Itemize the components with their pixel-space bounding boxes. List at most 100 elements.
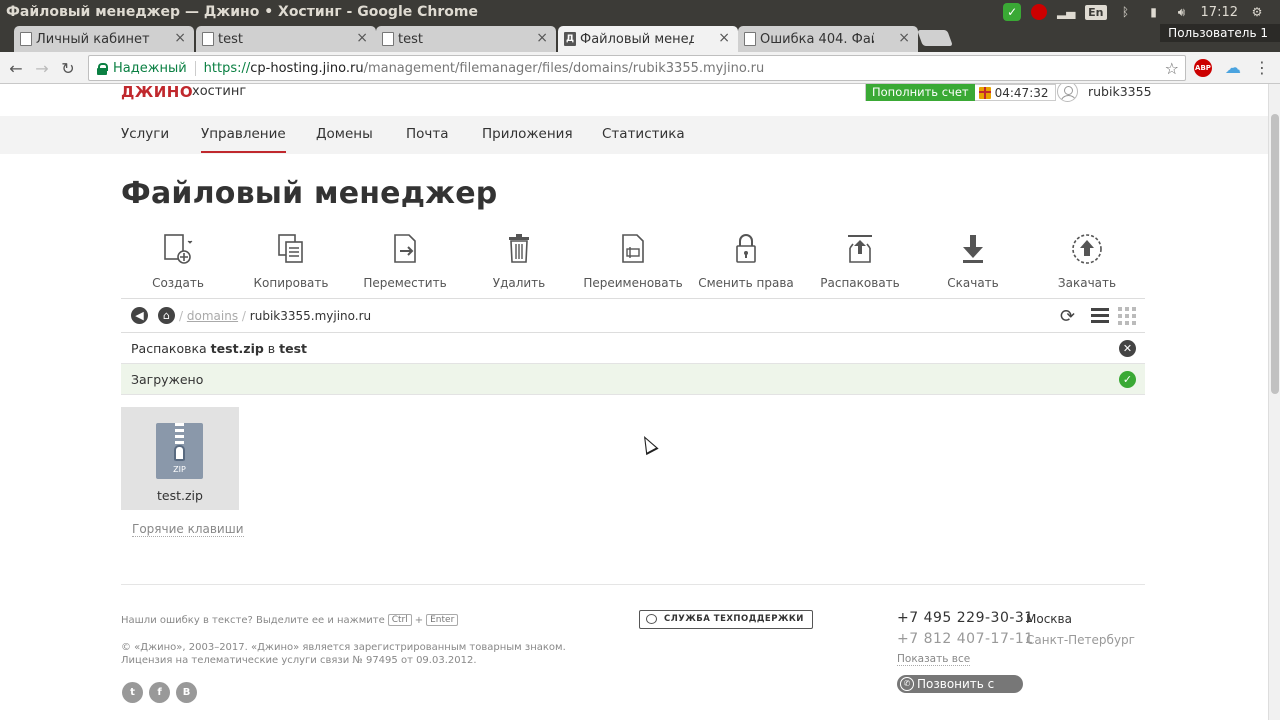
support-button[interactable]: СЛУЖБА ТЕХПОДДЕРЖКИ xyxy=(639,610,813,629)
file-name: test.zip xyxy=(157,488,203,503)
network-signal-icon[interactable]: ▂▄ xyxy=(1057,3,1075,21)
page-favicon-icon xyxy=(202,32,214,46)
battery-icon[interactable]: ▮ xyxy=(1145,3,1163,21)
balance-widget: Пополнить счет 04:47:32 xyxy=(865,84,1056,101)
facebook-icon[interactable]: f xyxy=(149,682,170,703)
close-tab-icon[interactable]: × xyxy=(174,30,186,46)
move-button[interactable]: Переместить xyxy=(350,232,460,290)
nav-item-stats[interactable]: Статистика xyxy=(602,126,685,142)
chat-icon xyxy=(646,614,657,624)
secure-lock-icon[interactable] xyxy=(97,62,108,75)
create-button[interactable]: Создать xyxy=(123,232,233,290)
vk-icon[interactable]: B xyxy=(176,682,197,703)
ctrl-key: Ctrl xyxy=(387,614,412,626)
close-tab-icon[interactable]: × xyxy=(898,30,910,46)
footer-divider xyxy=(121,584,1145,585)
close-circle-icon[interactable]: ✕ xyxy=(1119,340,1136,357)
user-avatar-icon[interactable] xyxy=(1057,84,1078,102)
create-file-icon xyxy=(164,234,193,264)
page-favicon-icon xyxy=(20,32,32,46)
phone-moscow[interactable]: +7 495 229-30-31 xyxy=(897,610,1034,626)
copyright: © «Джино», 2003–2017. «Джино» является з… xyxy=(121,642,566,666)
clock[interactable]: 17:12 xyxy=(1201,5,1238,20)
new-tab-button[interactable] xyxy=(917,30,953,46)
phone-spb[interactable]: +7 812 407-17-11 xyxy=(897,631,1034,647)
forward-arrow-icon[interactable]: → xyxy=(32,58,52,78)
back-circle-icon[interactable]: ◀ xyxy=(131,307,148,324)
keyboard-layout-indicator[interactable]: En xyxy=(1085,4,1107,20)
twitter-icon[interactable]: t xyxy=(122,682,143,703)
jino-logo[interactable]: ДЖИНО xyxy=(121,84,193,101)
list-view-icon[interactable] xyxy=(1091,308,1109,323)
jino-favicon-icon: Д xyxy=(564,32,576,46)
browser-tab-active[interactable]: Д Файловый менеджер × xyxy=(558,26,738,52)
file-manager-toolbar: Создать Копировать Переместить Удалить П… xyxy=(121,232,1145,292)
topup-button[interactable]: Пополнить счет xyxy=(866,84,975,101)
chrome-profile-button[interactable]: Пользователь 1 xyxy=(1160,24,1280,42)
unpack-icon xyxy=(848,235,872,263)
volume-icon[interactable]: 🔊︎ xyxy=(1173,3,1191,21)
upload-button[interactable]: Закачать xyxy=(1032,232,1142,290)
delete-button[interactable]: Удалить xyxy=(464,232,574,290)
unpack-button[interactable]: Распаковать xyxy=(805,232,915,290)
logo-subtitle: хостинг xyxy=(192,84,247,99)
browser-tab[interactable]: Ошибка 404. Файл не × xyxy=(738,26,918,52)
call-from-site-button[interactable]: ✆ Позвонить с сайта xyxy=(897,675,1023,709)
refresh-icon[interactable]: ⟳ xyxy=(1060,306,1075,327)
mouse-cursor-icon xyxy=(637,432,659,456)
bookmark-star-icon[interactable]: ☆ xyxy=(1165,59,1179,78)
close-tab-icon[interactable]: × xyxy=(356,30,368,46)
page-favicon-icon xyxy=(744,32,756,46)
path-bar: ◀ ⌂ / domains / rubik3355.myjino.ru ⟳ xyxy=(121,298,1145,333)
copy-button[interactable]: Копировать xyxy=(236,232,346,290)
nav-item-mail[interactable]: Почта xyxy=(406,126,449,142)
power-gear-icon[interactable]: ⚙ xyxy=(1248,3,1266,21)
scrollbar-thumb[interactable] xyxy=(1271,114,1279,394)
breadcrumb-current: rubik3355.myjino.ru xyxy=(249,309,372,323)
file-item[interactable]: ZIP test.zip xyxy=(121,407,239,510)
nav-item-services[interactable]: Услуги xyxy=(121,126,169,142)
unpack-notification: Распаковка test.zip в test ✕ xyxy=(121,333,1145,364)
page-content: ДЖИНО хостинг Пополнить счет 04:47:32 ru… xyxy=(0,84,1268,720)
back-arrow-icon[interactable]: ← xyxy=(6,58,26,78)
adblock-extension-icon[interactable]: ABP xyxy=(1194,59,1212,77)
chrome-menu-icon[interactable]: ⋮ xyxy=(1254,58,1270,77)
browser-tab[interactable]: Личный кабинет | Clo × xyxy=(14,26,194,52)
gift-icon xyxy=(978,86,991,99)
nav-item-management[interactable]: Управление xyxy=(201,126,286,153)
upload-icon xyxy=(1072,234,1102,264)
download-button[interactable]: Скачать xyxy=(918,232,1028,290)
page-scrollbar[interactable] xyxy=(1268,84,1280,720)
secure-label[interactable]: Надежный xyxy=(113,60,196,76)
cloud-extension-icon[interactable]: ☁ xyxy=(1225,58,1241,77)
grid-view-icon[interactable] xyxy=(1118,307,1136,325)
balance-timer: 04:47:32 xyxy=(994,85,1049,100)
bluetooth-icon[interactable]: ᛒ xyxy=(1117,3,1135,21)
close-tab-icon[interactable]: × xyxy=(718,30,730,46)
system-tray: ✓ ▂▄ En ᛒ ▮ 🔊︎ 17:12 ⚙ xyxy=(1003,0,1280,24)
nav-item-domains[interactable]: Домены xyxy=(316,126,373,142)
os-top-bar: Файловый менеджер — Джино • Хостинг - Go… xyxy=(0,0,1280,24)
hotkeys-link[interactable]: Горячие клавиши xyxy=(132,522,244,537)
page-favicon-icon xyxy=(382,32,394,46)
change-permissions-button[interactable]: Сменить права xyxy=(691,232,801,290)
show-all-phones-link[interactable]: Показать все xyxy=(897,653,971,666)
record-icon[interactable] xyxy=(1031,4,1048,20)
browser-tab[interactable]: test × xyxy=(196,26,376,52)
browser-tab[interactable]: test × xyxy=(376,26,556,52)
window-title: Файловый менеджер — Джино • Хостинг - Go… xyxy=(6,4,478,20)
username-link[interactable]: rubik3355 xyxy=(1088,84,1152,99)
breadcrumb-domains[interactable]: domains xyxy=(187,309,238,323)
url-text[interactable]: https://cp-hosting.jino.ru/management/fi… xyxy=(204,61,765,76)
address-bar[interactable]: Надежный https://cp-hosting.jino.ru/mana… xyxy=(88,55,1186,81)
close-tab-icon[interactable]: × xyxy=(536,30,548,46)
move-icon xyxy=(394,234,416,263)
download-icon xyxy=(963,235,983,263)
breadcrumb: / domains / rubik3355.myjino.ru xyxy=(179,309,372,323)
nav-item-apps[interactable]: Приложения xyxy=(482,126,573,142)
reload-icon[interactable]: ↻ xyxy=(58,58,78,78)
trash-icon xyxy=(509,234,529,263)
rename-button[interactable]: Переименовать xyxy=(578,232,688,290)
home-icon[interactable]: ⌂ xyxy=(158,307,175,324)
shield-check-icon[interactable]: ✓ xyxy=(1003,3,1022,21)
